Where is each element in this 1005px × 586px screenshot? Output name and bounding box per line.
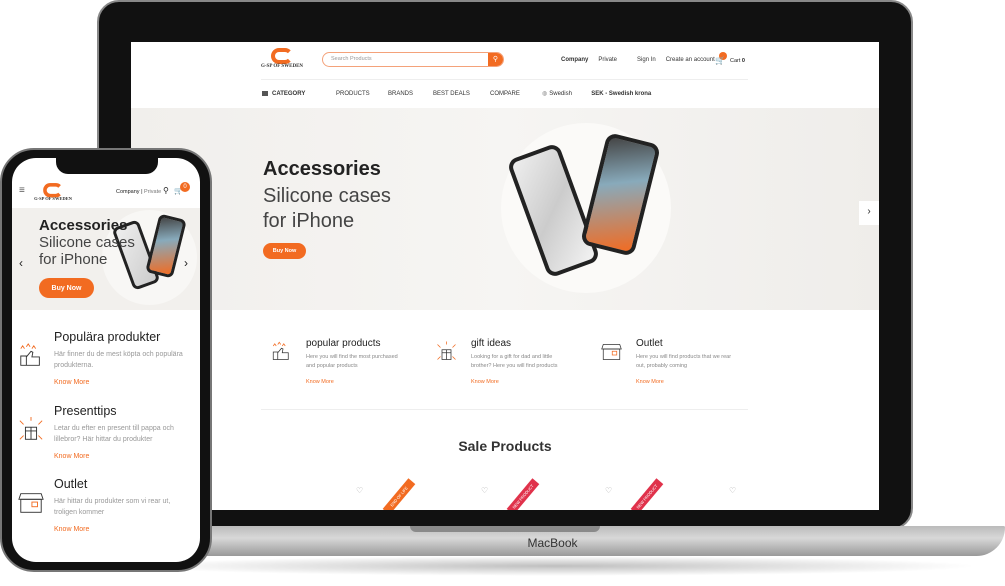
gift-icon: [437, 341, 456, 360]
wishlist-icon[interactable]: ♡: [605, 486, 612, 495]
know-more-link[interactable]: Know More: [54, 379, 194, 386]
search-icon[interactable]: ⚲: [488, 53, 503, 66]
cart-icon: 🛒: [715, 56, 725, 65]
phone-case-image: [501, 123, 671, 293]
search-input[interactable]: Search Products ⚲: [322, 52, 504, 67]
next-slide-button[interactable]: ›: [859, 201, 879, 225]
ribbon-badge: NEW PRODUCT: [506, 478, 540, 510]
features-row: popular products Here you will find the m…: [271, 338, 736, 385]
prev-slide-button[interactable]: ‹: [19, 256, 23, 270]
buy-now-button[interactable]: Buy Now: [263, 243, 306, 259]
logo[interactable]: G-SP OF SWEDEN: [261, 48, 303, 69]
know-more-link[interactable]: Know More: [54, 453, 194, 460]
feature-popular: popular products Here you will find the m…: [271, 338, 406, 385]
thumbs-up-stars-icon: [20, 343, 40, 366]
phone-notch: [56, 158, 158, 174]
link-sign-in[interactable]: Sign In: [637, 57, 656, 63]
know-more-link[interactable]: Know More: [471, 379, 571, 385]
next-slide-button[interactable]: ›: [184, 256, 188, 270]
link-private[interactable]: Private: [598, 57, 617, 63]
wishlist-icon[interactable]: ♡: [729, 486, 736, 495]
mobile-site: ≡ G-SP OF SWEDEN Company | Private ⚲ 🛒 0…: [12, 158, 200, 562]
link-company[interactable]: Company: [116, 189, 140, 195]
store-icon: [18, 493, 44, 513]
nav-compare[interactable]: COMPARE: [490, 91, 542, 97]
sale-products-title: Sale Products: [458, 438, 552, 454]
know-more-link[interactable]: Know More: [54, 526, 194, 533]
laptop-shadow: [130, 556, 980, 576]
wishlist-icon[interactable]: ♡: [481, 486, 488, 495]
nav-products[interactable]: PRODUCTS: [336, 91, 388, 97]
search-icon[interactable]: ⚲: [163, 186, 169, 195]
language-select[interactable]: Swedish: [549, 91, 591, 97]
cart-badge: 0: [180, 182, 190, 192]
nav-category[interactable]: CATEGORY: [272, 91, 336, 97]
laptop-base: MacBook: [100, 526, 1005, 556]
buy-now-button[interactable]: Buy Now: [39, 278, 94, 298]
gift-icon: [19, 417, 43, 440]
link-private[interactable]: Private: [144, 189, 161, 195]
hero-banner: Accessories Silicone cases for iPhone ‹ …: [12, 208, 200, 310]
nav-best-deals[interactable]: BEST DEALS: [433, 91, 490, 97]
link-create-account[interactable]: Create an account: [666, 57, 715, 63]
hamburger-menu-icon[interactable]: ≡: [19, 185, 25, 196]
know-more-link[interactable]: Know More: [306, 379, 406, 385]
feature-gift: gift ideas Looking for a gift for dad and…: [436, 338, 571, 385]
nav-brands[interactable]: BRANDS: [388, 91, 433, 97]
desktop-site: G-SP OF SWEDEN Search Products ⚲ Company…: [131, 42, 879, 510]
menu-icon: [262, 91, 268, 96]
hero-text: Accessories Silicone cases for iPhone: [263, 158, 391, 232]
feature-outlet: Outlet Here you will find products that w…: [601, 338, 736, 385]
globe-icon: ◍: [542, 91, 548, 97]
device-label: MacBook: [527, 536, 578, 550]
currency-select[interactable]: SEK - Swedish krona: [591, 91, 651, 97]
ribbon-badge: NEW PRODUCT: [630, 478, 664, 510]
link-company[interactable]: Company: [561, 57, 588, 63]
ribbon-badge: END OF LIFE: [382, 478, 416, 510]
wishlist-icon[interactable]: ♡: [356, 486, 363, 495]
store-icon: [601, 344, 622, 360]
hero-banner: Accessories Silicone cases for iPhone Bu…: [131, 108, 879, 310]
thumbs-up-stars-icon: [272, 341, 289, 360]
logo[interactable]: G-SP OF SWEDEN: [34, 183, 72, 202]
know-more-link[interactable]: Know More: [636, 379, 736, 385]
